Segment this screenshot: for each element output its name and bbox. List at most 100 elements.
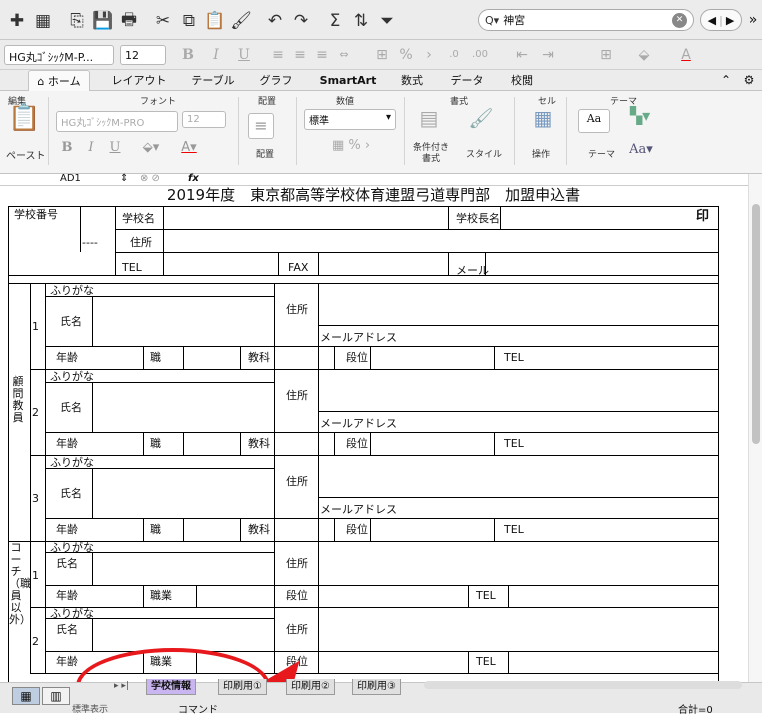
autosum-icon[interactable]: Σ (322, 9, 348, 33)
theme-button[interactable]: テーマ (588, 147, 615, 160)
number-format-value: 標準 (309, 116, 329, 127)
ribbon-font-name-select[interactable]: HG丸ｺﾞｼｯｸM-PRO (56, 111, 178, 132)
template-icon[interactable]: ▦ (30, 9, 56, 33)
theme-fonts-icon[interactable]: Aa▾ (626, 141, 656, 159)
toolbar-overflow-icon[interactable]: » (744, 9, 762, 31)
tab-review[interactable]: 校閲 (502, 70, 542, 91)
theme-fonts-button[interactable]: Aa (578, 109, 610, 133)
align-menu-icon[interactable]: ≡ (248, 113, 274, 139)
format-painter-icon[interactable]: 🖌 (228, 9, 254, 33)
address-label: 住所 (286, 557, 308, 570)
clear-search-icon[interactable]: ✕ (672, 13, 687, 28)
ribbon-settings-icon[interactable]: ⚙ (738, 70, 760, 91)
number-format-select[interactable]: 標準 ▾ (304, 109, 396, 130)
group-number-label: 数値 (336, 97, 355, 107)
page-layout-view-icon[interactable]: ▥ (42, 687, 70, 705)
fill-color-icon[interactable]: ⬙ (634, 45, 654, 65)
tab-table[interactable]: テーブル (182, 70, 244, 91)
underline-button[interactable]: U (234, 45, 254, 65)
ribbon-font-color-icon[interactable]: A▾ (172, 139, 206, 157)
font-color-button[interactable]: A (676, 45, 696, 65)
tab-layout[interactable]: レイアウト (104, 70, 174, 91)
sheet-tab[interactable]: 印刷用② (286, 679, 335, 695)
align-left-icon[interactable]: ≡ (268, 45, 288, 65)
search-icon[interactable]: Q▾ (485, 14, 499, 27)
align-center-icon[interactable]: ≡ (290, 45, 310, 65)
sheet-nav-icon[interactable]: ▸ ▸| (114, 681, 129, 691)
new-file-icon[interactable]: ✚ (4, 9, 30, 33)
horizontal-scrollbar[interactable] (424, 681, 742, 689)
worksheet[interactable]: 2019年度 東京都高等学校体育連盟弓道専門部 加盟申込書 学校番号 学校名 学… (0, 186, 747, 682)
decrease-indent-icon[interactable]: ⇤ (512, 45, 532, 65)
percent-button[interactable]: % (396, 45, 416, 65)
ribbon-italic-button[interactable]: I (80, 139, 102, 157)
redo-icon[interactable]: ↷ (288, 9, 314, 33)
undo-icon[interactable]: ↶ (262, 9, 288, 33)
ribbon-bold-button[interactable]: B (56, 139, 78, 157)
coach-number: 1 (32, 569, 39, 582)
copy-icon[interactable]: ⧉ (176, 9, 202, 33)
name-box-stepper-icon[interactable]: ⇕ (120, 173, 128, 184)
paste-icon[interactable]: 📋 (8, 105, 40, 143)
tab-formulas[interactable]: 数式 (392, 70, 432, 91)
grid-line (30, 607, 31, 673)
collapse-ribbon-icon[interactable]: ⌃ (716, 70, 736, 91)
decrease-decimal-icon[interactable]: .00 (470, 45, 490, 65)
search-nav[interactable]: ◀ | ▶ (700, 9, 742, 31)
prev-result-icon[interactable]: ◀ (708, 14, 716, 27)
paste-button[interactable]: ペースト (6, 147, 46, 162)
tab-smartart[interactable]: SmartArt (312, 70, 384, 91)
increase-decimal-icon[interactable]: .0 (444, 45, 464, 65)
currency-icon[interactable]: ⊞ (372, 45, 392, 65)
function-icon[interactable]: fx (188, 173, 199, 184)
standard-toolbar: ✚ ▦ ⎘ 💾 🖶 ✂ ⧉ 📋 🖌 ↶ ↷ Σ ⇅ ⏷ Q▾ 神宮 ✕ ◀ | ▶ » (0, 0, 762, 40)
vertical-scrollbar[interactable] (748, 174, 762, 682)
grid-line (183, 518, 184, 541)
align-right-icon[interactable]: ≡ (312, 45, 332, 65)
scroll-thumb[interactable] (752, 204, 760, 444)
grid-line (318, 497, 319, 518)
merge-icon[interactable]: ⇔ (334, 45, 354, 65)
conditional-format-icon[interactable]: ▤ (414, 108, 444, 135)
search-field[interactable]: Q▾ 神宮 ✕ (478, 9, 694, 31)
font-name-select[interactable]: HG丸ｺﾞｼｯｸM-P... (4, 45, 114, 65)
align-button[interactable]: 配置 (256, 147, 274, 160)
print-icon[interactable]: 🖶 (116, 9, 142, 33)
theme-colors-icon[interactable]: ▚▾ (626, 107, 654, 131)
tab-data[interactable]: データ (440, 70, 494, 91)
font-size-select[interactable]: 12 (120, 45, 166, 65)
search-input[interactable]: 神宮 (503, 12, 525, 28)
sheet-tab[interactable]: 印刷用③ (352, 679, 401, 695)
cancel-icon[interactable]: ⊗ ⊘ (140, 173, 160, 184)
ribbon-fill-color-icon[interactable]: ⬙▾ (134, 139, 168, 157)
sort-icon[interactable]: ⇅ (348, 9, 374, 33)
ribbon-underline-button[interactable]: U (104, 139, 126, 157)
increase-indent-icon[interactable]: ⇥ (538, 45, 558, 65)
open-icon[interactable]: ⎘ (64, 9, 90, 33)
coach-number: 2 (32, 635, 39, 648)
comma-icon[interactable]: › (422, 45, 436, 65)
tel-label: TEL (504, 523, 524, 536)
style-button[interactable]: スタイル (466, 147, 502, 160)
italic-button[interactable]: I (206, 45, 226, 65)
style-icon[interactable]: 🖌 (466, 108, 496, 135)
filter-icon[interactable]: ⏷ (374, 9, 400, 33)
normal-view-icon[interactable]: ▦ (12, 687, 40, 705)
paste-icon[interactable]: 📋 (202, 9, 228, 33)
ribbon-font-size-select[interactable]: 12 (182, 111, 226, 128)
conditional-format-button[interactable]: 条件付き書式 (410, 143, 452, 165)
cut-icon[interactable]: ✂ (150, 9, 176, 33)
grid-line (30, 455, 31, 541)
next-result-icon[interactable]: ▶ (726, 14, 734, 27)
sheet-tab[interactable]: 学校情報 (146, 679, 196, 695)
name-box[interactable]: AD1 (60, 173, 81, 184)
cells-icon[interactable]: ▦ (528, 108, 558, 135)
tab-home[interactable]: ⌂ ホーム (28, 70, 90, 91)
borders-icon[interactable]: ⊞ (596, 45, 616, 65)
tab-chart[interactable]: グラフ (252, 70, 300, 91)
save-icon[interactable]: 💾 (90, 9, 116, 33)
number-style-icons[interactable]: ▦ % › (306, 137, 396, 155)
ops-button[interactable]: 操作 (532, 147, 550, 160)
bold-button[interactable]: B (178, 45, 198, 65)
sheet-tab[interactable]: 印刷用① (218, 679, 267, 695)
